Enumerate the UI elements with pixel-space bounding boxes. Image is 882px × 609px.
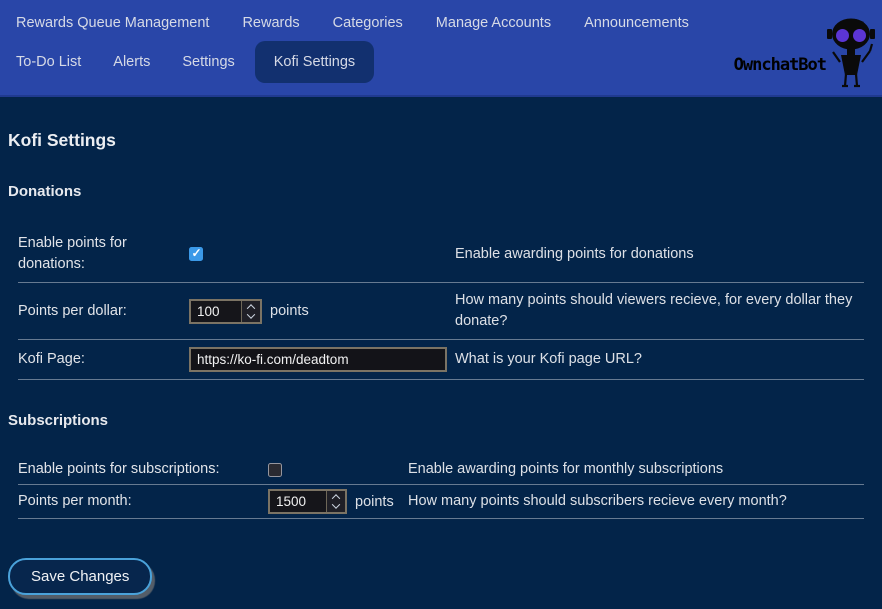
spinner-down-icon[interactable] bbox=[332, 500, 340, 508]
settings-row-points-per-month: Points per month: points How many points… bbox=[18, 485, 864, 519]
nav-item-manage-accounts[interactable]: Manage Accounts bbox=[436, 15, 551, 31]
settings-row-points-per-dollar: Points per dollar: points How many point… bbox=[18, 283, 864, 340]
nav-item-kofi-settings[interactable]: Kofi Settings bbox=[255, 41, 374, 83]
kofi-page-input[interactable] bbox=[189, 347, 447, 372]
settings-row-enable-subscriptions: Enable points for subscriptions: Enable … bbox=[18, 455, 864, 485]
donations-settings-table: Enable points for donations: Enable awar… bbox=[18, 226, 864, 380]
spinner-down-icon[interactable] bbox=[247, 310, 255, 318]
donations-heading: Donations bbox=[8, 183, 874, 200]
stepper-spinner[interactable] bbox=[241, 301, 260, 322]
points-suffix: points bbox=[355, 494, 394, 510]
subscriptions-settings-table: Enable points for subscriptions: Enable … bbox=[18, 455, 864, 519]
subscriptions-heading: Subscriptions bbox=[8, 412, 874, 429]
points-per-month-input[interactable] bbox=[270, 491, 326, 512]
points-per-month-stepper bbox=[268, 489, 347, 514]
robot-mascot-icon bbox=[826, 18, 876, 90]
enable-donations-checkbox[interactable] bbox=[189, 247, 203, 261]
stepper-spinner[interactable] bbox=[326, 491, 345, 512]
enable-donations-help: Enable awarding points for donations bbox=[455, 244, 864, 265]
nav-item-rewards[interactable]: Rewards bbox=[242, 15, 299, 31]
nav-item-todo-list[interactable]: To-Do List bbox=[16, 54, 81, 70]
points-per-dollar-label: Points per dollar: bbox=[18, 301, 189, 322]
enable-subscriptions-help: Enable awarding points for monthly subsc… bbox=[408, 459, 864, 480]
nav-item-announcements[interactable]: Announcements bbox=[584, 15, 689, 31]
settings-row-kofi-page: Kofi Page: What is your Kofi page URL? bbox=[18, 340, 864, 380]
logo-text: OwnchatBot bbox=[734, 55, 826, 75]
kofi-page-label: Kofi Page: bbox=[18, 349, 189, 370]
nav-item-alerts[interactable]: Alerts bbox=[113, 54, 150, 70]
points-per-dollar-help: How many points should viewers recieve, … bbox=[455, 290, 864, 332]
main-content: Kofi Settings Donations Enable points fo… bbox=[0, 97, 882, 595]
settings-row-enable-donations: Enable points for donations: Enable awar… bbox=[18, 226, 864, 283]
points-per-dollar-stepper bbox=[189, 299, 262, 324]
points-suffix: points bbox=[270, 303, 309, 319]
page-title: Kofi Settings bbox=[8, 130, 874, 151]
points-per-month-help: How many points should subscribers recie… bbox=[408, 491, 864, 512]
enable-donations-label: Enable points for donations: bbox=[18, 233, 189, 275]
points-per-month-label: Points per month: bbox=[18, 491, 268, 512]
save-changes-button[interactable]: Save Changes bbox=[8, 558, 152, 595]
nav-item-categories[interactable]: Categories bbox=[333, 15, 403, 31]
kofi-page-help: What is your Kofi page URL? bbox=[455, 349, 864, 370]
enable-subscriptions-label: Enable points for subscriptions: bbox=[18, 459, 268, 480]
logo: OwnchatBot bbox=[734, 18, 876, 90]
nav-item-rewards-queue-management[interactable]: Rewards Queue Management bbox=[16, 15, 209, 31]
nav-item-settings[interactable]: Settings bbox=[182, 54, 234, 70]
top-navigation: Rewards Queue Management Rewards Categor… bbox=[0, 0, 882, 97]
points-per-dollar-input[interactable] bbox=[191, 301, 241, 322]
enable-subscriptions-checkbox[interactable] bbox=[268, 463, 282, 477]
